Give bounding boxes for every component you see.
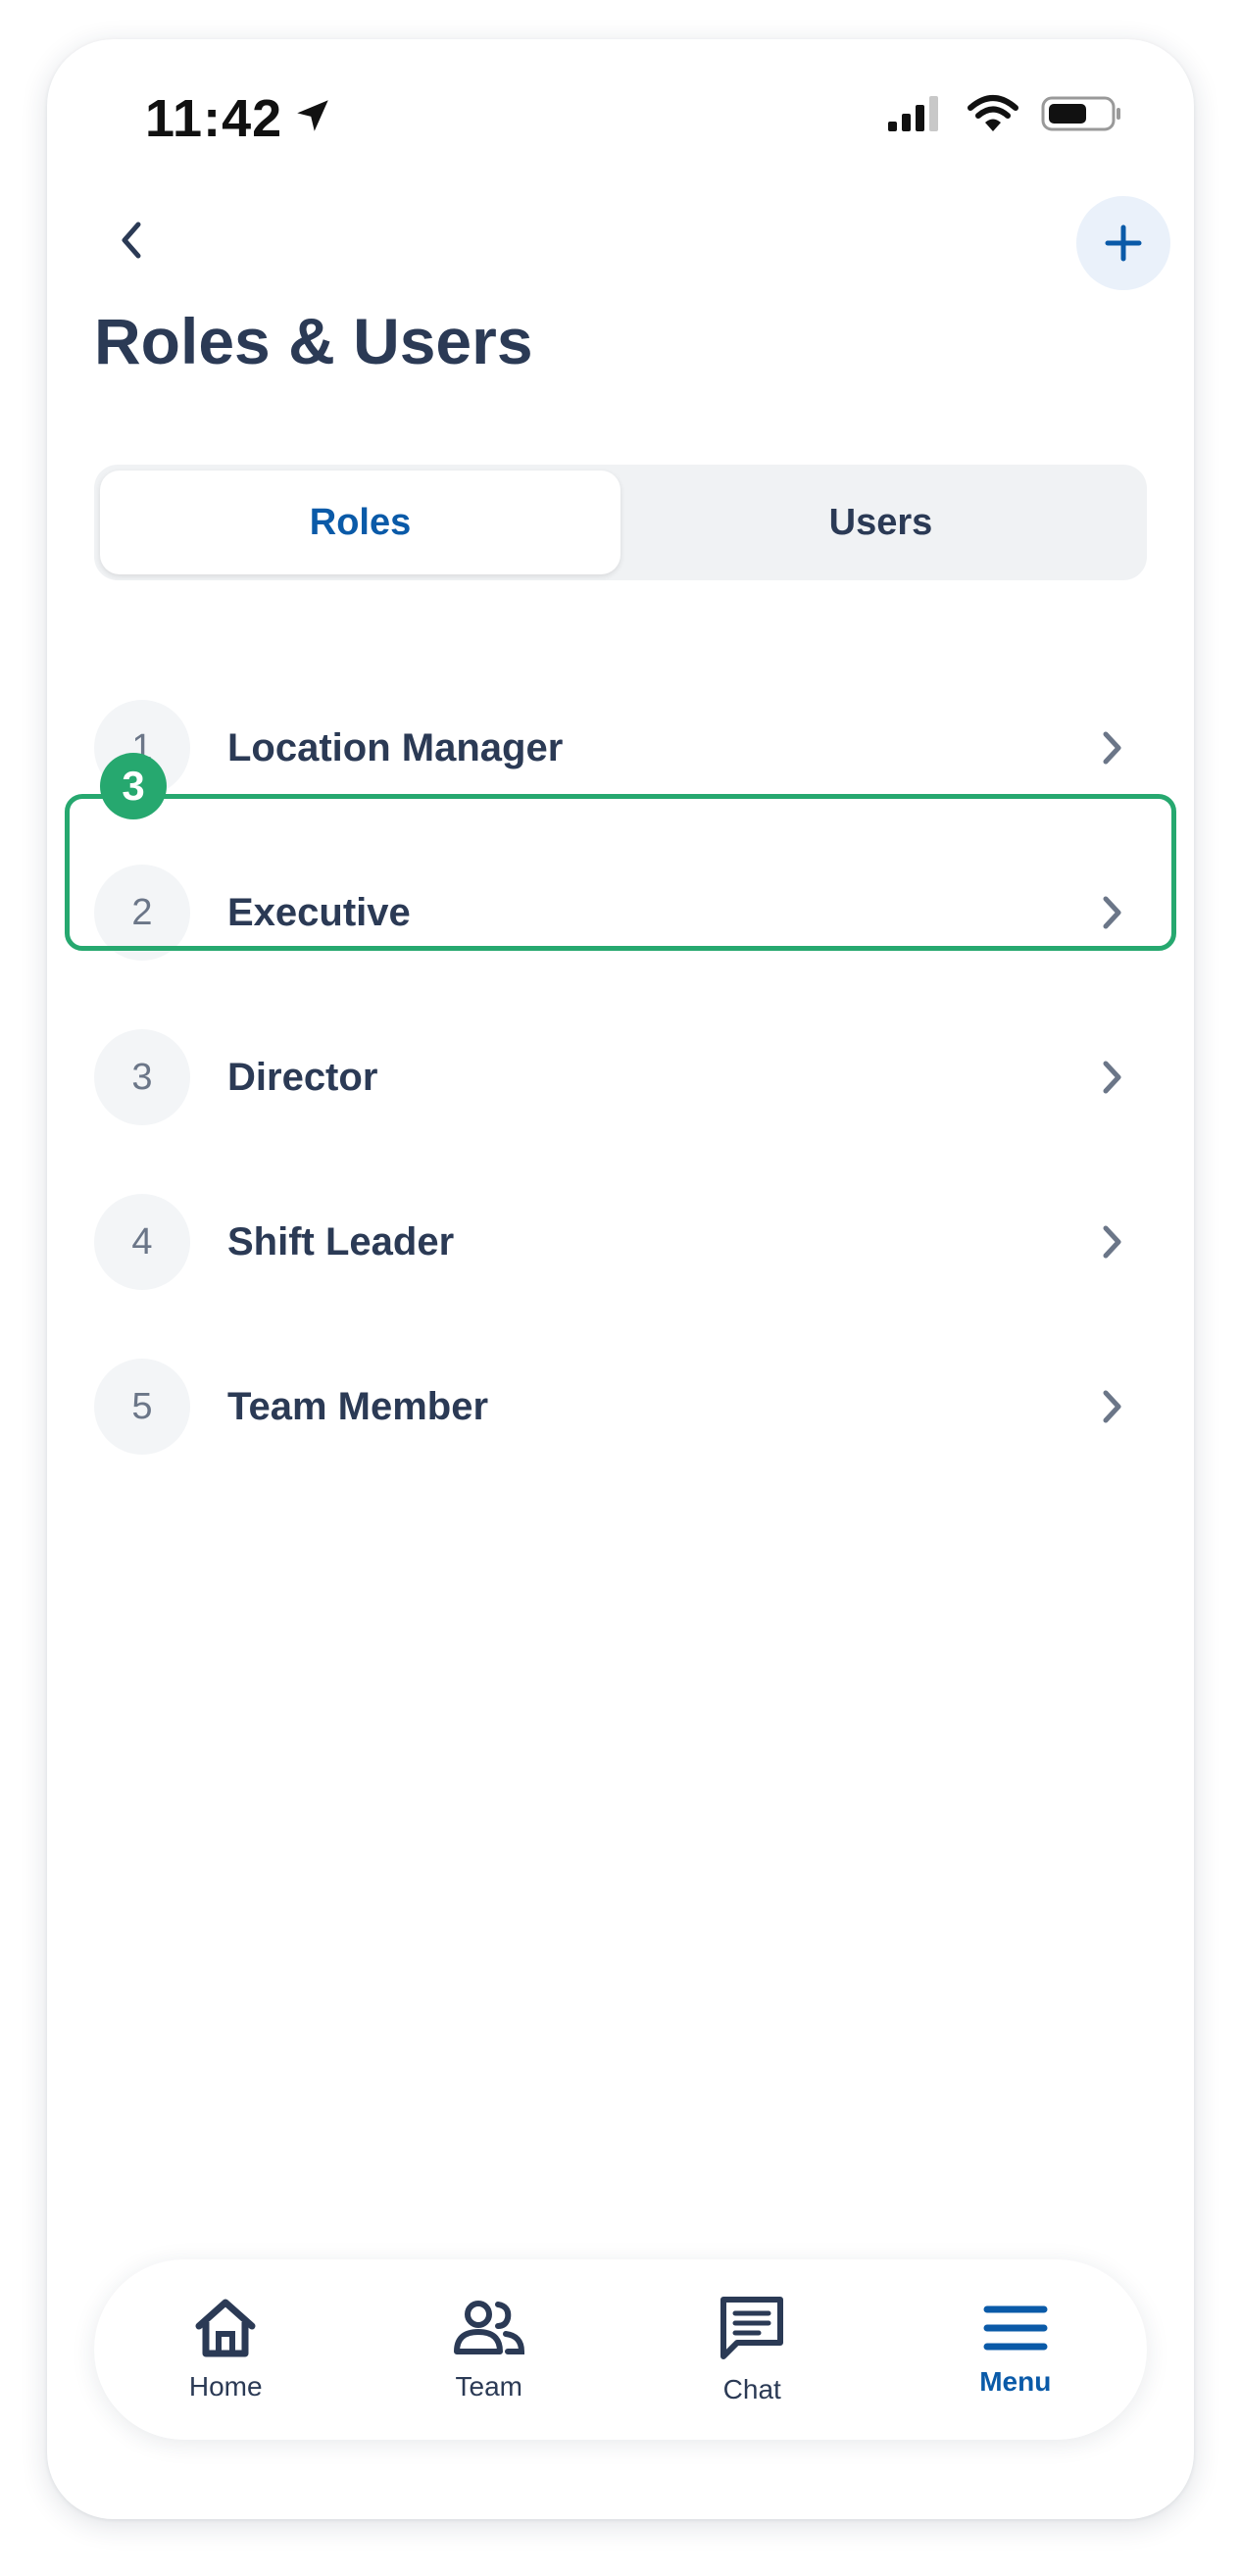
tab-home-label: Home bbox=[188, 2371, 263, 2402]
tab-users[interactable]: Users bbox=[620, 471, 1141, 574]
chevron-right-icon bbox=[1092, 728, 1131, 768]
status-bar-time: 11:42 bbox=[145, 88, 333, 149]
tab-team-label: Team bbox=[455, 2371, 522, 2402]
battery-icon bbox=[1041, 94, 1123, 138]
status-time-text: 11:42 bbox=[145, 89, 283, 148]
role-number: 5 bbox=[94, 1359, 190, 1455]
role-label: Location Manager bbox=[227, 725, 564, 769]
role-label: Director bbox=[227, 1055, 378, 1099]
tab-team[interactable]: Team bbox=[358, 2259, 621, 2440]
tab-chat-label: Chat bbox=[722, 2374, 781, 2404]
add-role-button[interactable] bbox=[1076, 196, 1170, 290]
phone-screen: 11:42 Roles & Users Roles Users 1 Locati… bbox=[47, 39, 1194, 2519]
chevron-left-icon bbox=[122, 222, 141, 259]
role-label: Team Member bbox=[227, 1384, 489, 1428]
chevron-right-icon bbox=[1092, 1387, 1131, 1426]
role-label: Executive bbox=[227, 890, 411, 934]
bottom-tab-bar: Home Team Chat Menu bbox=[94, 2259, 1147, 2440]
list-item-role[interactable]: 3 Director bbox=[94, 1004, 1147, 1151]
chevron-right-icon bbox=[1092, 893, 1131, 932]
team-icon bbox=[453, 2301, 524, 2354]
chat-icon bbox=[720, 2297, 784, 2359]
tab-roles[interactable]: Roles bbox=[100, 471, 620, 574]
role-number: 4 bbox=[94, 1194, 190, 1290]
chevron-right-icon bbox=[1092, 1058, 1131, 1097]
tab-menu-label: Menu bbox=[979, 2366, 1052, 2397]
segmented-control: Roles Users bbox=[94, 465, 1147, 580]
list-item-role[interactable]: 2 Executive bbox=[94, 839, 1147, 986]
location-arrow-icon bbox=[292, 88, 333, 149]
tab-menu[interactable]: Menu bbox=[884, 2259, 1148, 2440]
menu-icon bbox=[983, 2305, 1048, 2351]
signal-icon bbox=[886, 94, 945, 138]
role-number: 3 bbox=[94, 1029, 190, 1125]
list-item-role[interactable]: 1 Location Manager bbox=[94, 674, 1147, 821]
chevron-right-icon bbox=[1092, 1222, 1131, 1262]
list-item-role[interactable]: 5 Team Member bbox=[94, 1333, 1147, 1480]
role-label: Shift Leader bbox=[227, 1219, 455, 1263]
list-item-role[interactable]: 4 Shift Leader bbox=[94, 1168, 1147, 1315]
tab-home[interactable]: Home bbox=[94, 2259, 358, 2440]
wifi-icon bbox=[967, 94, 1019, 138]
status-bar-icons bbox=[886, 94, 1123, 138]
role-number: 2 bbox=[94, 865, 190, 961]
page-title: Roles & Users bbox=[94, 305, 533, 377]
plus-icon bbox=[1105, 224, 1142, 262]
tab-chat[interactable]: Chat bbox=[620, 2259, 884, 2440]
highlight-badge: 3 bbox=[100, 753, 167, 819]
back-button[interactable] bbox=[98, 206, 167, 274]
home-icon bbox=[195, 2299, 256, 2357]
